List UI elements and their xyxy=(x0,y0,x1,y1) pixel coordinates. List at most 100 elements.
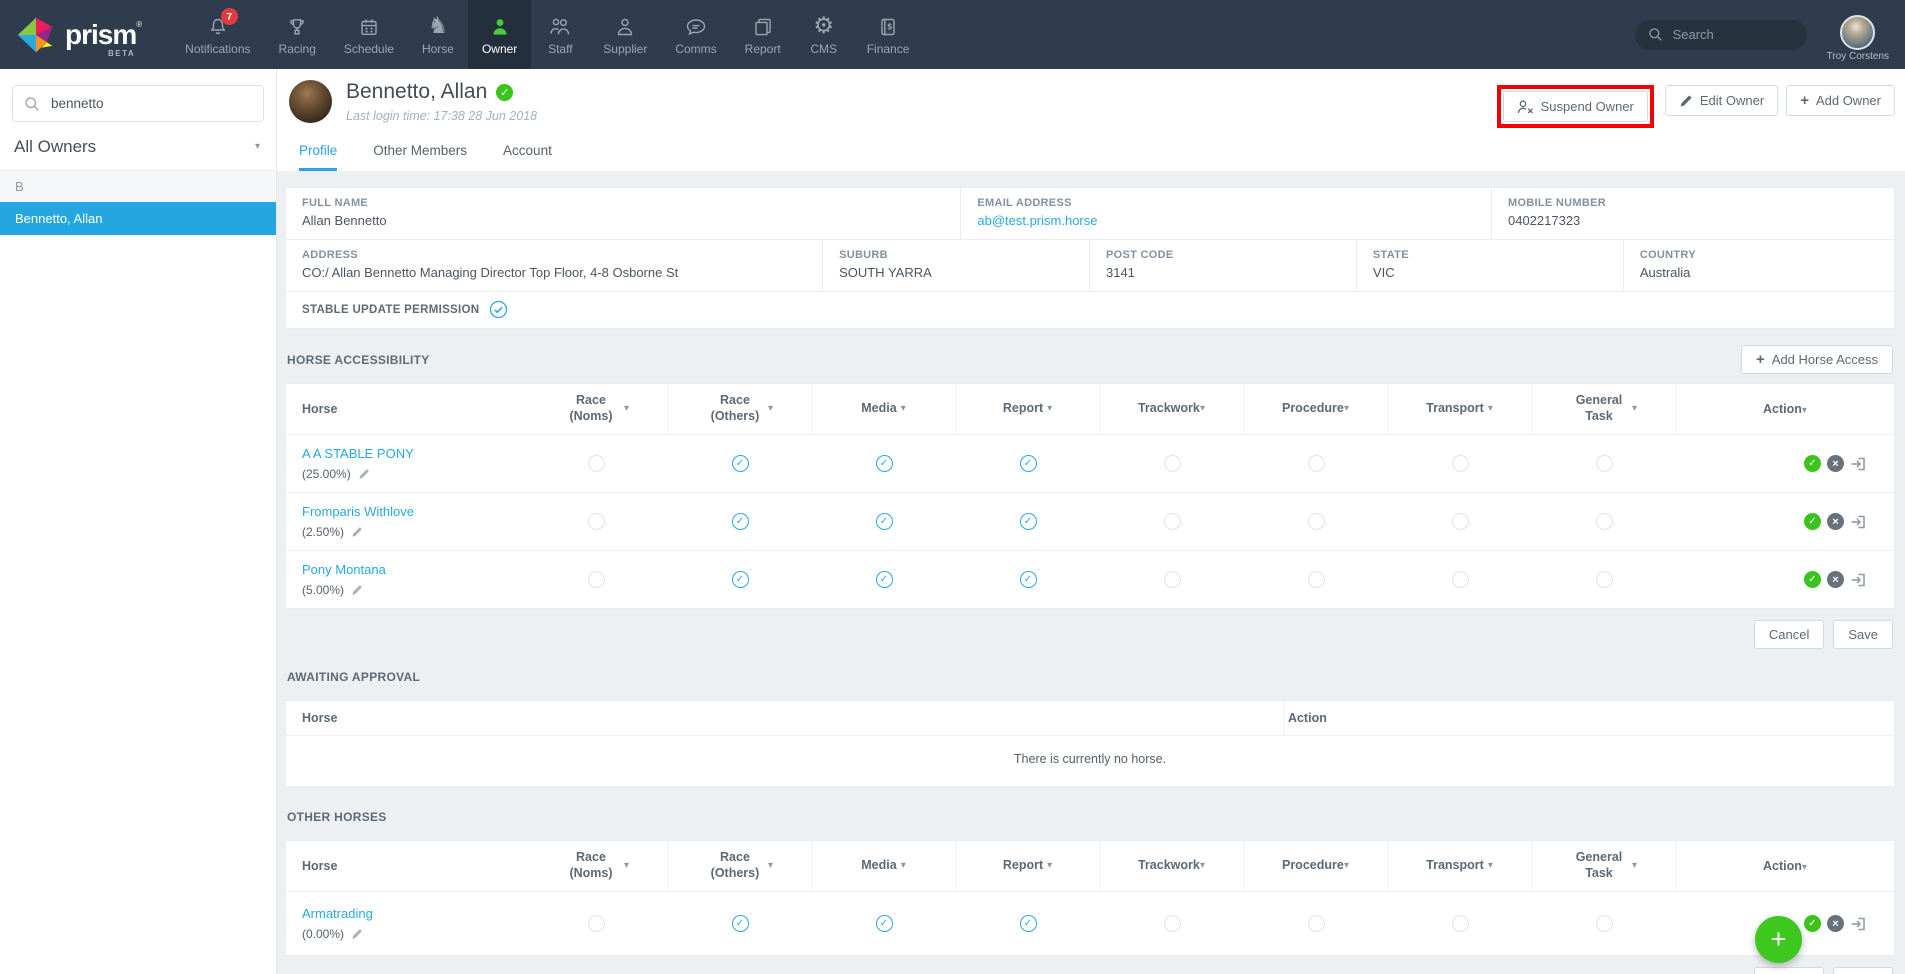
column-header-report[interactable]: Report ▾ xyxy=(956,841,1100,891)
column-header-race-others[interactable]: Race (Others) ▾ xyxy=(668,841,812,891)
horse-link[interactable]: Pony Montana xyxy=(302,562,524,577)
cancel-button[interactable]: Cancel xyxy=(1753,967,1825,974)
approve-icon[interactable]: ✓ xyxy=(1804,455,1821,472)
access-toggle-general-task[interactable] xyxy=(1595,571,1613,588)
nav-item-comms[interactable]: Comms xyxy=(661,0,730,69)
user-menu[interactable]: Troy Corstens xyxy=(1827,7,1889,62)
owner-search-box[interactable] xyxy=(12,85,264,122)
owner-search-input[interactable] xyxy=(49,95,252,112)
access-toggle-race-noms[interactable] xyxy=(587,915,605,932)
edit-share-pencil-icon[interactable] xyxy=(351,526,363,538)
access-toggle-procedure[interactable] xyxy=(1307,915,1325,932)
access-toggle-transport[interactable] xyxy=(1451,571,1469,588)
remove-icon[interactable]: × xyxy=(1827,915,1844,932)
edit-owner-button[interactable]: Edit Owner xyxy=(1664,85,1779,116)
tab-other-members[interactable]: Other Members xyxy=(373,143,467,171)
enter-horse-icon[interactable] xyxy=(1850,572,1866,588)
access-toggle-procedure[interactable] xyxy=(1307,455,1325,472)
edit-share-pencil-icon[interactable] xyxy=(351,928,363,940)
nav-item-horse[interactable]: ♞ Horse xyxy=(408,0,468,69)
access-toggle-transport[interactable] xyxy=(1451,915,1469,932)
access-toggle-media[interactable] xyxy=(875,915,893,932)
nav-item-staff[interactable]: Staff xyxy=(531,0,589,69)
access-toggle-procedure[interactable] xyxy=(1307,571,1325,588)
edit-share-pencil-icon[interactable] xyxy=(351,584,363,596)
access-toggle-report[interactable] xyxy=(1019,513,1037,530)
column-header-race-noms[interactable]: Race (Noms) ▾ xyxy=(524,841,668,891)
access-toggle-race-noms[interactable] xyxy=(587,571,605,588)
column-header-race-noms[interactable]: Race (Noms) ▾ xyxy=(524,384,668,434)
access-toggle-report[interactable] xyxy=(1019,455,1037,472)
nav-item-supplier[interactable]: Supplier xyxy=(589,0,661,69)
approve-icon[interactable]: ✓ xyxy=(1804,571,1821,588)
access-toggle-general-task[interactable] xyxy=(1595,915,1613,932)
horse-link[interactable]: Armatrading xyxy=(302,906,524,921)
tab-profile[interactable]: Profile xyxy=(299,143,338,171)
nav-item-notifications[interactable]: Notifications 7 xyxy=(171,0,264,69)
save-button[interactable]: Save xyxy=(1833,967,1893,974)
horse-link[interactable]: Fromparis Withlove xyxy=(302,504,524,519)
nav-item-owner[interactable]: Owner xyxy=(467,0,532,69)
column-header-transport[interactable]: Transport ▾ xyxy=(1388,384,1532,434)
nav-item-finance[interactable]: $ Finance xyxy=(853,0,924,69)
access-toggle-race-others[interactable] xyxy=(731,571,749,588)
access-toggle-general-task[interactable] xyxy=(1595,455,1613,472)
access-toggle-race-others[interactable] xyxy=(731,915,749,932)
owner-filter-dropdown[interactable]: All Owners ▾ xyxy=(0,135,276,170)
column-header-media[interactable]: Media ▾ xyxy=(812,384,956,434)
access-toggle-race-noms[interactable] xyxy=(587,513,605,530)
access-toggle-media[interactable] xyxy=(875,571,893,588)
access-toggle-report[interactable] xyxy=(1019,571,1037,588)
access-toggle-report[interactable] xyxy=(1019,915,1037,932)
save-button[interactable]: Save xyxy=(1833,620,1893,649)
column-header-general-task[interactable]: General Task ▾ xyxy=(1532,384,1676,434)
access-toggle-transport[interactable] xyxy=(1451,455,1469,472)
prism-logo[interactable]: prism® BETA xyxy=(0,0,171,69)
global-search-input[interactable] xyxy=(1670,26,1781,43)
enter-horse-icon[interactable] xyxy=(1850,456,1866,472)
column-header-race-others[interactable]: Race (Others) ▾ xyxy=(668,384,812,434)
enter-horse-icon[interactable] xyxy=(1850,916,1866,932)
global-search[interactable] xyxy=(1634,19,1807,50)
access-toggle-trackwork[interactable] xyxy=(1163,513,1181,530)
approve-icon[interactable]: ✓ xyxy=(1804,915,1821,932)
nav-item-report[interactable]: Report xyxy=(731,0,795,69)
column-header-transport[interactable]: Transport ▾ xyxy=(1388,841,1532,891)
column-header-action[interactable]: Action▾ xyxy=(1676,402,1894,416)
nav-item-schedule[interactable]: Schedule xyxy=(330,0,408,69)
enter-horse-icon[interactable] xyxy=(1850,514,1866,530)
access-toggle-media[interactable] xyxy=(875,513,893,530)
nav-item-cms[interactable]: ⚙ CMS xyxy=(795,0,853,69)
column-header-procedure[interactable]: Procedure ▾ xyxy=(1244,841,1388,891)
email-link[interactable]: ab@test.prism.horse xyxy=(977,213,1475,228)
add-owner-button[interactable]: + Add Owner xyxy=(1786,85,1895,116)
access-toggle-media[interactable] xyxy=(875,455,893,472)
column-header-report[interactable]: Report ▾ xyxy=(956,384,1100,434)
nav-item-racing[interactable]: Racing xyxy=(265,0,330,69)
remove-icon[interactable]: × xyxy=(1827,455,1844,472)
access-toggle-trackwork[interactable] xyxy=(1163,915,1181,932)
cancel-button[interactable]: Cancel xyxy=(1753,620,1825,649)
remove-icon[interactable]: × xyxy=(1827,513,1844,530)
column-header-general-task[interactable]: General Task ▾ xyxy=(1532,841,1676,891)
remove-icon[interactable]: × xyxy=(1827,571,1844,588)
access-toggle-race-others[interactable] xyxy=(731,455,749,472)
access-toggle-race-noms[interactable] xyxy=(587,455,605,472)
user-avatar[interactable] xyxy=(1840,15,1876,50)
column-header-trackwork[interactable]: Trackwork ▾ xyxy=(1100,841,1244,891)
access-toggle-race-others[interactable] xyxy=(731,513,749,530)
access-toggle-transport[interactable] xyxy=(1451,513,1469,530)
access-toggle-trackwork[interactable] xyxy=(1163,571,1181,588)
access-toggle-general-task[interactable] xyxy=(1595,513,1613,530)
edit-share-pencil-icon[interactable] xyxy=(358,468,370,480)
owner-list-item[interactable]: Bennetto, Allan xyxy=(0,202,276,235)
approve-icon[interactable]: ✓ xyxy=(1804,513,1821,530)
add-horse-access-button[interactable]: + Add Horse Access xyxy=(1741,345,1893,374)
column-header-action[interactable]: Action▾ xyxy=(1676,859,1894,873)
column-header-trackwork[interactable]: Trackwork ▾ xyxy=(1100,384,1244,434)
access-toggle-procedure[interactable] xyxy=(1307,513,1325,530)
column-header-media[interactable]: Media ▾ xyxy=(812,841,956,891)
suspend-owner-button[interactable]: Suspend Owner xyxy=(1502,91,1648,122)
add-floating-action-button[interactable]: + xyxy=(1755,916,1802,963)
tab-account[interactable]: Account xyxy=(503,143,552,171)
